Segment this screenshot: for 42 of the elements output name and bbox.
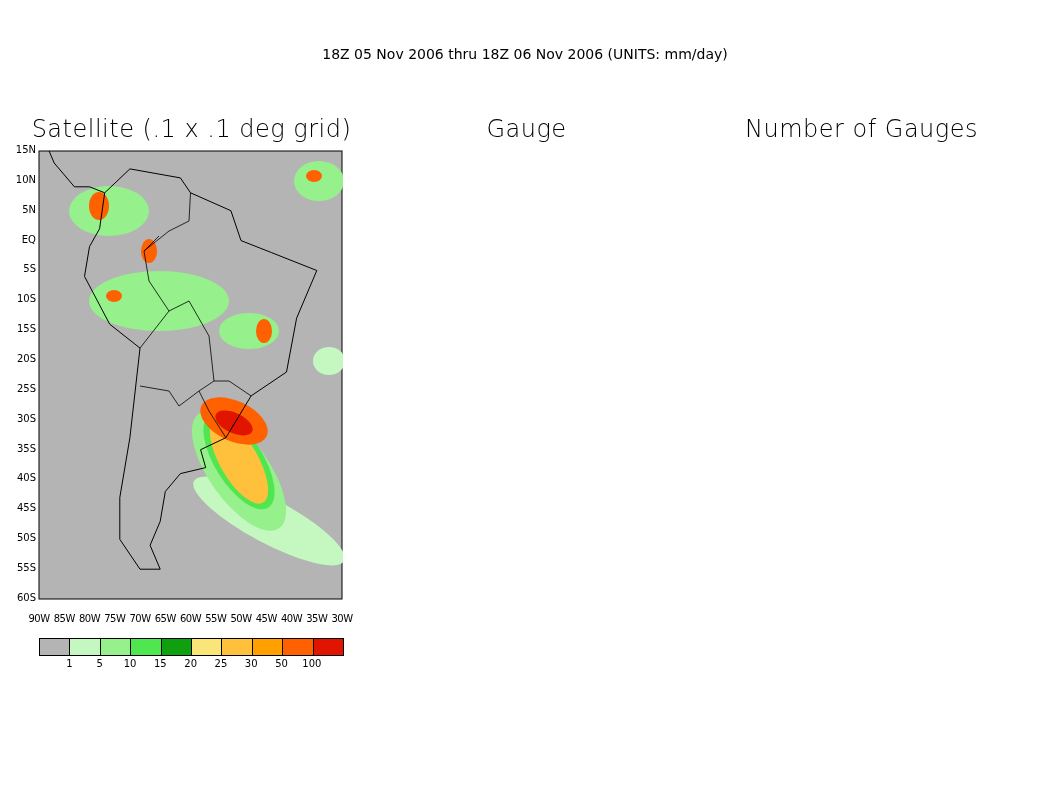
longitude-label: 75W	[103, 613, 127, 624]
latitude-label: 15N	[15, 143, 37, 157]
latitude-label: 15S	[16, 322, 37, 337]
latitude-label: 5S	[23, 262, 37, 277]
legend-label: 30	[243, 658, 259, 669]
longitude-label: 50W	[229, 613, 253, 624]
latitude-label: 25S	[16, 381, 37, 396]
panel-title: Number of Gauges	[745, 115, 978, 143]
longitude-label: 35W	[305, 613, 329, 624]
longitude-label: 90W	[27, 613, 51, 624]
legend-label: 5	[95, 658, 104, 669]
latitude-label: 10N	[15, 172, 37, 187]
latitude-label: 10S	[16, 292, 37, 307]
legend-label: 1	[65, 658, 74, 669]
longitude-label: 60W	[178, 613, 203, 624]
plot-title: 18Z 05 Nov 2006 thru 18Z 06 Nov 2006 (UNITS: mm/day)	[322, 46, 728, 62]
legend-label: 100	[301, 658, 323, 669]
latitude-label: 40S	[16, 471, 37, 486]
longitude-label: 30W	[330, 613, 354, 624]
latitude-label: 55S	[16, 561, 37, 576]
legend-label: 50	[274, 658, 289, 669]
latitude-label: 35S	[16, 441, 37, 456]
latitude-label: 5N	[22, 202, 37, 217]
longitude-label: 45W	[254, 613, 278, 624]
panel-title: Gauge	[486, 115, 567, 143]
latitude-label: EQ	[21, 232, 37, 247]
latitude-label: 30S	[16, 411, 37, 426]
longitude-label: 65W	[153, 613, 177, 624]
panel-title: Satellite (.1 x .1 deg grid)	[31, 115, 352, 143]
longitude-label: 55W	[204, 613, 228, 624]
longitude-label: 70W	[128, 613, 152, 624]
legend-label: 20	[183, 658, 198, 669]
longitude-label: 40W	[279, 613, 304, 624]
legend-label: 10	[122, 658, 138, 669]
latitude-label: 45S	[16, 501, 37, 516]
latitude-label: 20S	[16, 352, 37, 366]
latitude-label: 50S	[16, 531, 37, 546]
legend-label: 25	[213, 658, 229, 669]
latitude-label: 60S	[16, 590, 37, 605]
legend-label: 15	[152, 658, 168, 669]
longitude-label: 85W	[52, 613, 76, 624]
longitude-label: 80W	[77, 613, 102, 624]
